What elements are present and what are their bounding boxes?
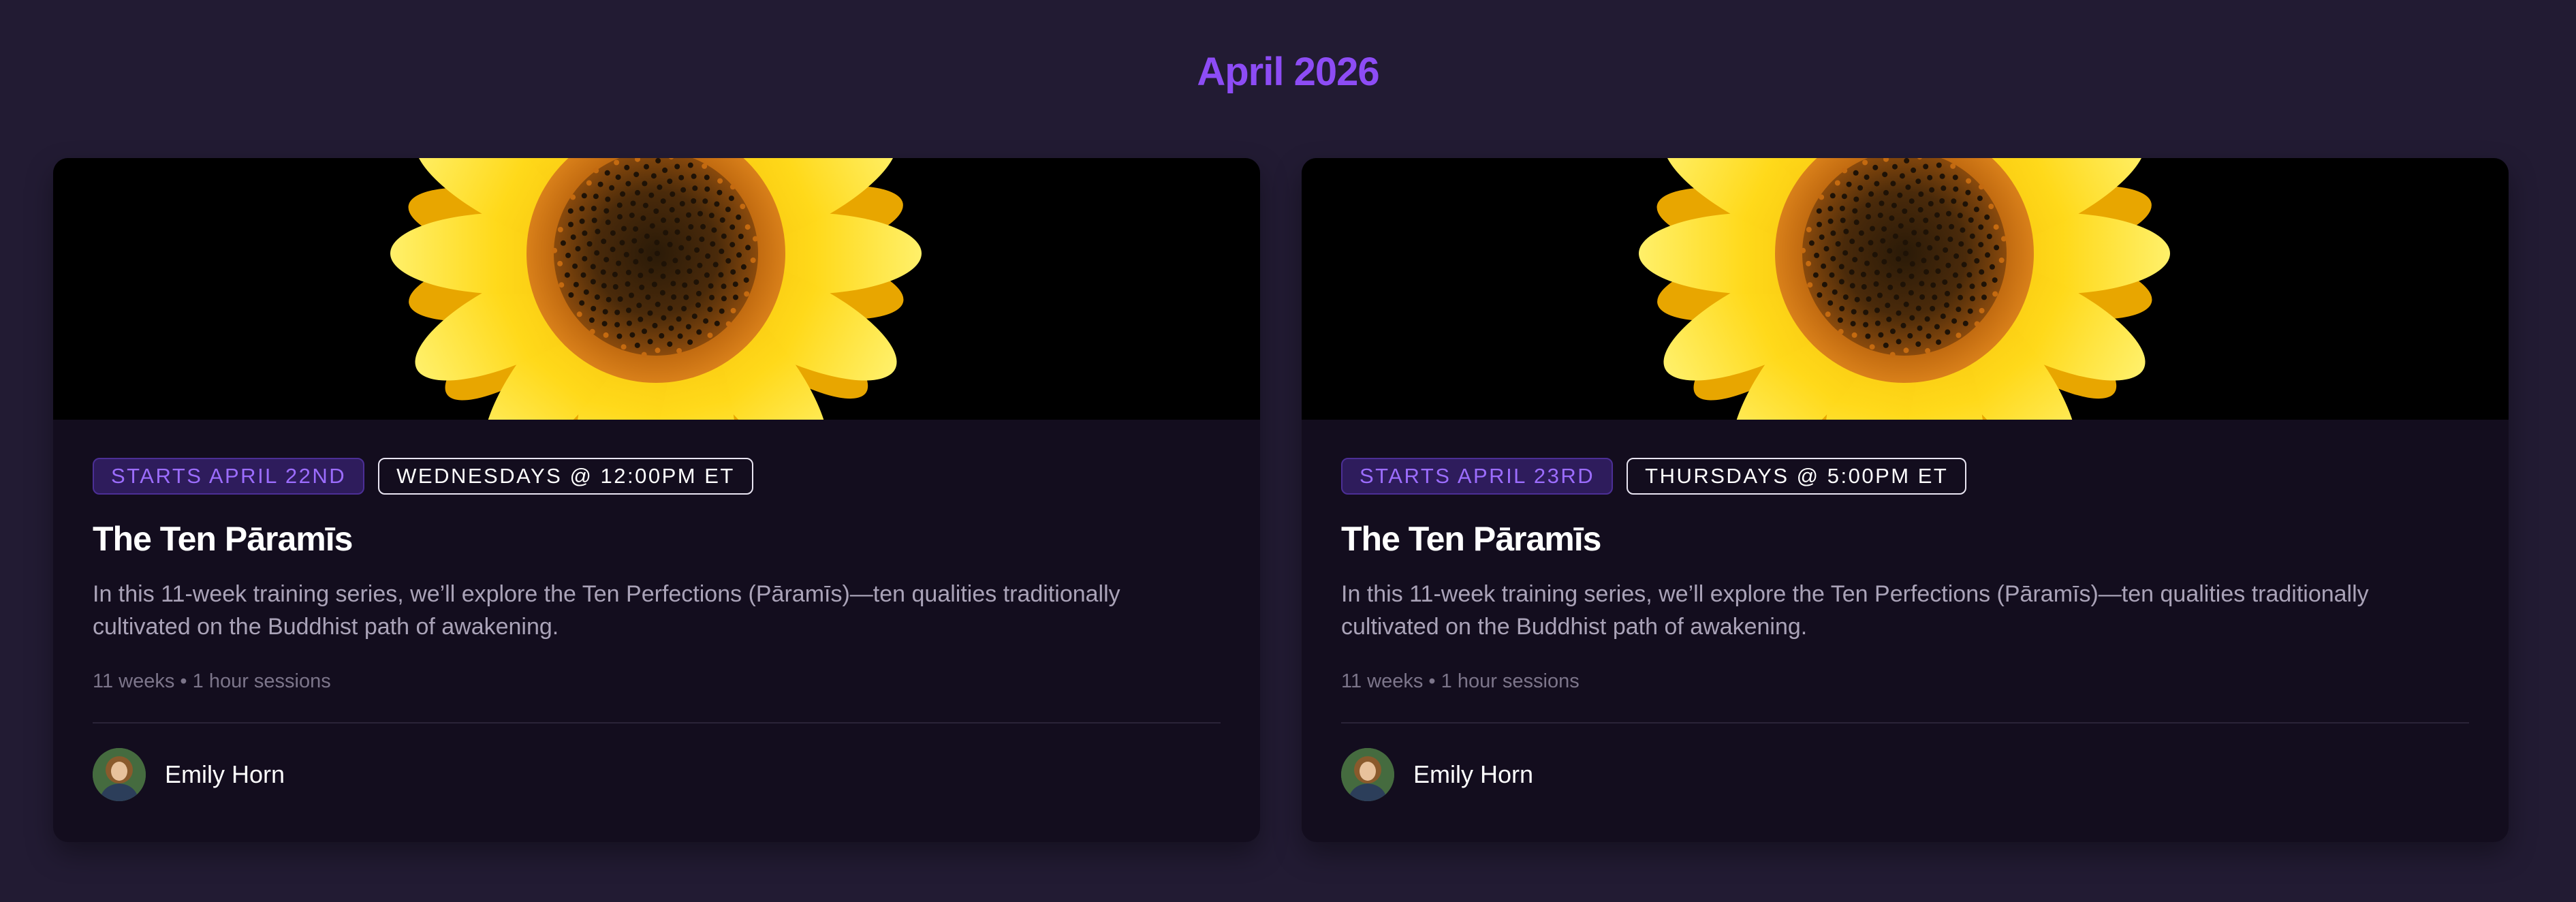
course-meta: 11 weeks • 1 hour sessions (1341, 670, 1580, 692)
person-icon (93, 748, 146, 801)
course-banner-image[interactable] (53, 158, 1260, 420)
teacher-name: Emily Horn (1413, 760, 1534, 788)
divider (1341, 722, 2469, 724)
schedule-badge: WEDNESDAYS @ 12:00PM ET (378, 458, 753, 495)
schedule-badge: THURSDAYS @ 5:00PM ET (1627, 458, 1967, 495)
sunflower-image (390, 158, 922, 420)
course-tags: STARTS APRIL 23RD THURSDAYS @ 5:00PM ET (1341, 458, 1967, 495)
teacher-avatar (93, 748, 146, 801)
start-date-badge: STARTS APRIL 22ND (93, 458, 365, 495)
course-title[interactable]: The Ten Pāramīs (93, 519, 353, 559)
sunflower-image (1639, 158, 2170, 420)
divider (93, 722, 1221, 724)
teacher-name: Emily Horn (165, 760, 285, 788)
course-card[interactable]: STARTS APRIL 23RD THURSDAYS @ 5:00PM ET … (1302, 158, 2509, 842)
course-card[interactable]: STARTS APRIL 22ND WEDNESDAYS @ 12:00PM E… (53, 158, 1260, 842)
start-date-badge: STARTS APRIL 23RD (1341, 458, 1614, 495)
course-title[interactable]: The Ten Pāramīs (1341, 519, 1601, 559)
course-meta: 11 weeks • 1 hour sessions (93, 670, 331, 692)
course-description: In this 11-week training series, we’ll e… (93, 581, 1120, 640)
teacher-avatar (1341, 748, 1394, 801)
course-tags: STARTS APRIL 22ND WEDNESDAYS @ 12:00PM E… (93, 458, 753, 495)
month-heading: April 2026 (1197, 50, 1379, 94)
person-icon (1341, 748, 1394, 801)
course-description: In this 11-week training series, we’ll e… (1341, 581, 2369, 640)
course-banner-image[interactable] (1302, 158, 2509, 420)
